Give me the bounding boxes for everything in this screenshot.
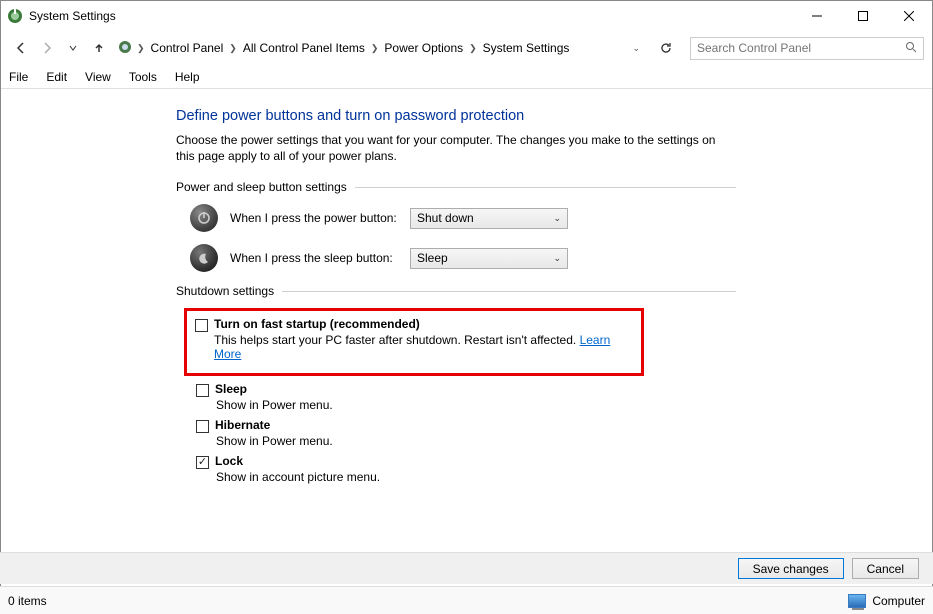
sleep-icon [190,244,218,272]
chevron-right-icon: ❯ [229,43,237,54]
lock-chk-label: Lock [215,454,243,468]
hibernate-checkbox[interactable] [196,420,209,433]
chevron-right-icon: ❯ [137,43,145,54]
section-power-sleep-label: Power and sleep button settings [176,180,347,194]
back-button[interactable] [9,36,33,60]
chevron-right-icon: ❯ [371,43,379,54]
crumb-control-panel[interactable]: Control Panel [149,40,226,56]
statusbar: 0 items Computer [0,586,933,614]
up-button[interactable] [87,36,111,60]
nav-row: ❯ Control Panel ❯ All Control Panel Item… [1,31,932,65]
button-bar: Save changes Cancel [0,552,933,584]
maximize-button[interactable] [840,1,886,31]
cancel-button[interactable]: Cancel [852,558,919,579]
section-shutdown: Shutdown settings [176,284,736,298]
fast-startup-label: Turn on fast startup (recommended) [214,317,420,331]
minimize-button[interactable] [794,1,840,31]
crumb-system-settings[interactable]: System Settings [481,40,572,56]
sleep-checkbox[interactable] [196,384,209,397]
menu-edit[interactable]: Edit [46,70,67,84]
section-power-sleep: Power and sleep button settings [176,180,736,194]
search-box[interactable] [690,37,924,60]
control-panel-icon [117,39,133,58]
fast-startup-checkbox[interactable] [195,319,208,332]
power-icon [190,204,218,232]
save-button[interactable]: Save changes [738,558,844,579]
app-icon [7,8,23,24]
menu-view[interactable]: View [85,70,111,84]
menubar: File Edit View Tools Help [1,65,932,89]
chevron-down-icon: ⌄ [553,253,561,264]
window-title: System Settings [29,9,116,23]
hibernate-chk-desc: Show in Power menu. [216,434,736,448]
sleep-button-select[interactable]: Sleep ⌄ [410,248,568,269]
hibernate-chk-label: Hibernate [215,418,270,432]
power-button-value: Shut down [417,211,474,225]
titlebar: System Settings [1,1,932,31]
power-button-label: When I press the power button: [230,211,410,225]
section-shutdown-label: Shutdown settings [176,284,274,298]
crumb-all-items[interactable]: All Control Panel Items [241,40,367,56]
menu-tools[interactable]: Tools [129,70,157,84]
refresh-button[interactable] [654,37,678,60]
recent-dropdown[interactable] [61,36,85,60]
crumb-power-options[interactable]: Power Options [382,40,465,56]
sleep-button-label: When I press the sleep button: [230,251,410,265]
sleep-button-value: Sleep [417,251,448,265]
page-subtext: Choose the power settings that you want … [176,132,736,164]
status-right: Computer [872,594,925,608]
content-area: Define power buttons and turn on passwor… [0,90,933,552]
lock-checkbox[interactable] [196,456,209,469]
status-left: 0 items [8,594,47,608]
forward-button[interactable] [35,36,59,60]
sleep-chk-label: Sleep [215,382,247,396]
search-input[interactable] [697,41,917,55]
page-heading: Define power buttons and turn on passwor… [176,108,736,124]
fast-startup-desc: This helps start your PC faster after sh… [214,333,580,347]
breadcrumb[interactable]: ❯ Control Panel ❯ All Control Panel Item… [113,37,648,60]
menu-file[interactable]: File [9,70,28,84]
sleep-button-row: When I press the sleep button: Sleep ⌄ [190,244,736,272]
computer-icon [848,594,866,608]
breadcrumb-dropdown-icon[interactable]: ⌄ [632,43,644,54]
chevron-right-icon: ❯ [469,43,477,54]
close-button[interactable] [886,1,932,31]
menu-help[interactable]: Help [175,70,200,84]
sleep-chk-desc: Show in Power menu. [216,398,736,412]
search-icon [905,41,917,56]
fast-startup-highlight: Turn on fast startup (recommended) This … [184,308,644,376]
power-button-select[interactable]: Shut down ⌄ [410,208,568,229]
power-button-row: When I press the power button: Shut down… [190,204,736,232]
lock-chk-desc: Show in account picture menu. [216,470,736,484]
chevron-down-icon: ⌄ [553,213,561,224]
